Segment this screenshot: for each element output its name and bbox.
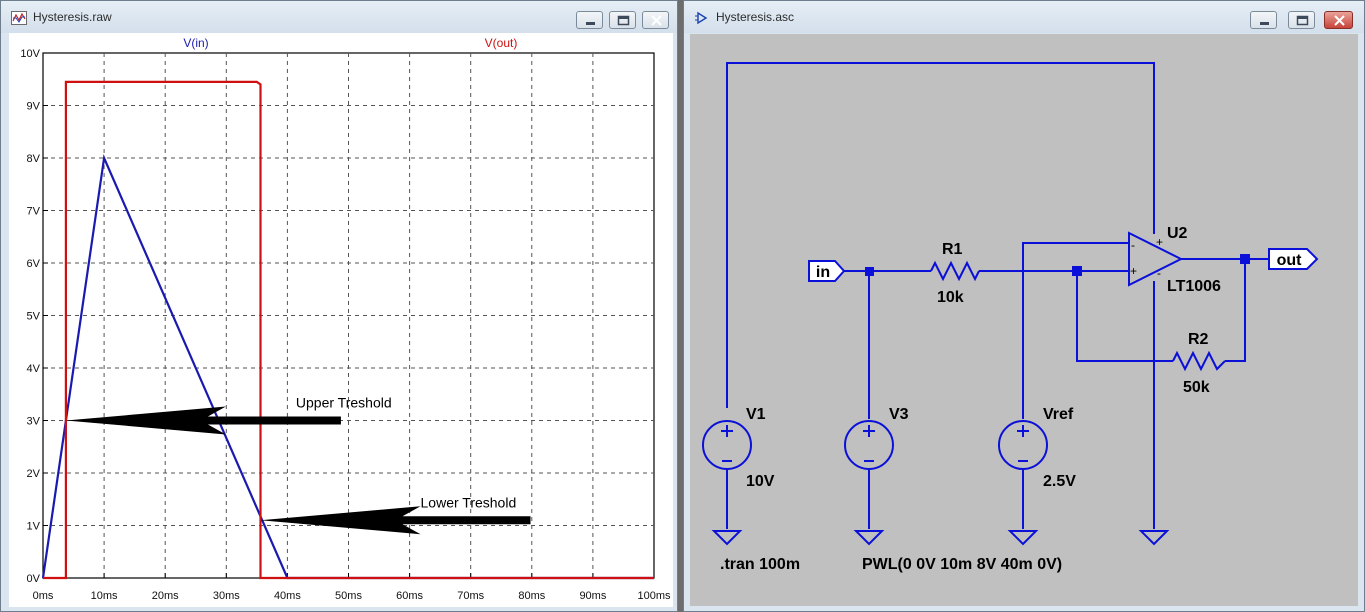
junction-node [1072,266,1082,276]
x-tick-label: 60ms [396,590,423,602]
minimize-icon [1260,22,1269,25]
y-tick-label: 6V [27,258,41,270]
schematic-titlebar[interactable]: Hysteresis.asc [684,1,1364,33]
net-label-in: in [816,264,830,281]
plot-window: Hysteresis.raw 0ms 10ms 20ms 30ms 40ms 50ms 60… [0,0,678,612]
source-vref-polarity [1017,425,1029,462]
u2-name: U2 [1167,225,1188,242]
wire-feedback-right [1225,259,1246,362]
y-tick-label: 7V [27,206,41,218]
y-tick-label: 10V [20,48,40,60]
ground-symbol [853,530,885,546]
schematic-window: Hysteresis.asc - + + - in out R1 10k R2 … [683,0,1365,612]
u2-value: LT1006 [1167,278,1221,295]
r2-value: 50k [1183,379,1210,396]
maximize-icon [617,15,630,26]
wire-supply [726,62,1155,408]
y-tick-label: 9V [27,101,41,113]
schematic-canvas[interactable]: - + + - in out R1 10k R2 50k U2 LT1006 V… [690,34,1358,606]
maximize-button[interactable] [609,11,636,29]
maximize-icon [1296,15,1309,26]
y-tick-label: 2V [27,468,41,480]
resistor-r2[interactable] [1172,350,1226,372]
schematic-window-title: Hysteresis.asc [716,10,795,24]
source-v3-polarity [863,425,875,462]
x-tick-label: 50ms [335,590,362,602]
v3-name: V3 [889,406,909,423]
y-tick-label: 0V [27,573,41,585]
net-label-out: out [1277,252,1303,269]
ground-symbol [1138,530,1170,546]
v1-name: V1 [746,406,766,423]
y-tick-label: 1V [27,521,41,533]
v3-value: PWL(0 0V 10m 8V 40m 0V) [862,556,1062,573]
resistor-r1[interactable] [930,260,980,282]
upper-threshold-label: Upper Treshold [296,395,392,411]
plot-titlebar[interactable]: Hysteresis.raw [1,1,677,33]
x-tick-label: 10ms [91,590,118,602]
opamp-minus-sign: - [1131,238,1135,252]
ground-symbol [711,530,743,546]
opamp-schematic-icon [695,11,708,25]
y-tick-label: 3V [27,416,41,428]
minimize-button[interactable] [576,11,603,29]
vref-name: Vref [1043,406,1074,423]
x-tick-label: 80ms [518,590,545,602]
junction-node [865,267,874,276]
y-tick-label: 8V [27,153,41,165]
opamp-vpos-sign: + [1156,235,1163,249]
x-tick-label: 40ms [274,590,301,602]
close-icon [651,15,662,26]
x-tick-label: 70ms [457,590,484,602]
vref-value: 2.5V [1043,473,1076,490]
legend-vin[interactable]: V(in) [183,36,208,50]
r2-name: R2 [1188,331,1209,348]
x-tick-label: 90ms [579,590,606,602]
x-tick-label: 20ms [152,590,179,602]
plot-area[interactable]: 0ms 10ms 20ms 30ms 40ms 50ms 60ms 70ms 80ms 90ms 1… [9,33,673,607]
plot-window-title: Hysteresis.raw [33,10,112,24]
opamp-vneg-sign: - [1157,266,1161,280]
r1-name: R1 [942,241,963,258]
close-icon [1334,15,1345,26]
minimize-icon [586,22,595,25]
x-tick-label: 100ms [637,590,671,602]
wire-feedback-left [1076,271,1173,362]
y-tick-label: 5V [27,311,41,323]
spice-directive[interactable]: .tran 100m [720,556,800,573]
x-tick-label: 0ms [33,590,54,602]
minimize-button[interactable] [1250,11,1277,29]
opamp-plus-sign: + [1130,264,1137,278]
waveform-icon [11,11,27,25]
schematic-drawing[interactable]: - + + - in out R1 10k R2 50k U2 LT1006 V… [690,34,1358,606]
close-button[interactable] [1324,11,1353,29]
waveform-chart[interactable]: 0ms 10ms 20ms 30ms 40ms 50ms 60ms 70ms 80ms 90ms 1… [9,33,673,607]
maximize-button[interactable] [1288,11,1315,29]
v1-value: 10V [746,473,775,490]
close-button[interactable] [642,11,669,29]
legend-vout[interactable]: V(out) [485,36,518,50]
lower-threshold-label: Lower Treshold [421,494,517,510]
r1-value: 10k [937,289,964,306]
source-v1-polarity [721,425,733,462]
ground-symbol [1007,530,1039,546]
x-tick-label: 30ms [213,590,240,602]
junction-node [1240,254,1250,264]
y-tick-label: 4V [27,363,41,375]
